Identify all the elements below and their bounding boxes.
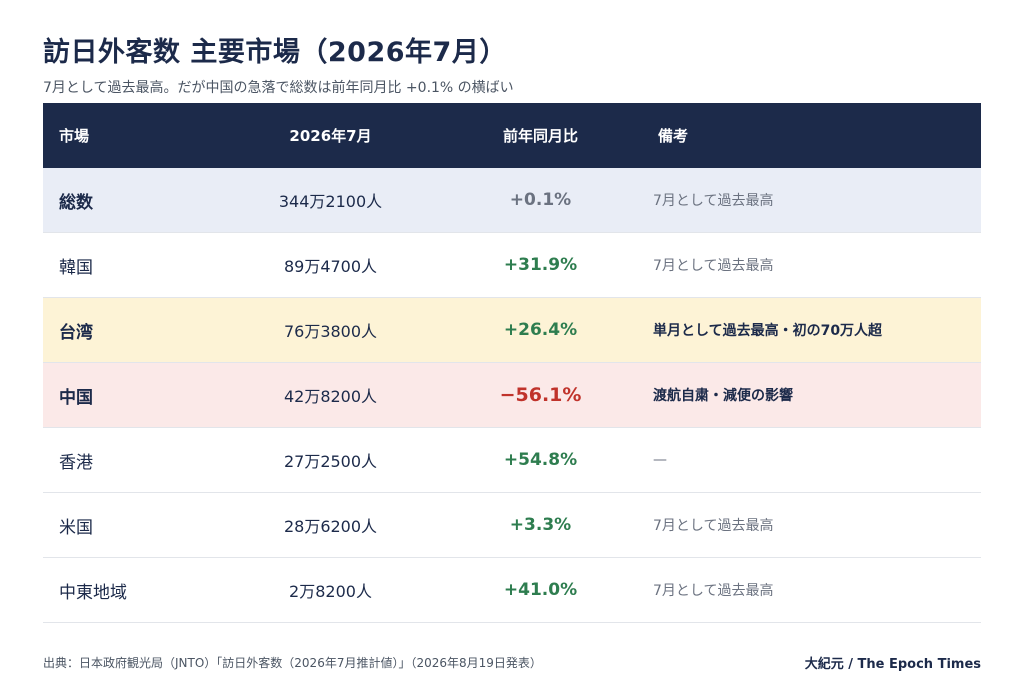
cell-visitors: 42万8200人: [283, 387, 378, 406]
page-subtitle: 7月として過去最高。だが中国の急落で総数は前年同月比 +0.1% の横ばい: [43, 80, 514, 96]
cell-market: 韓国: [59, 257, 93, 278]
cell-market: 米国: [59, 517, 93, 538]
cell-yoy: +3.3%: [509, 515, 572, 535]
source-note: 出典：日本政府観光局（JNTO）「訪日外客数（2026年7月推計値）」（2026…: [43, 656, 542, 670]
table-row: 中国 42万8200人 −56.1% 渡航自粛・減便の影響: [43, 363, 981, 428]
cell-yoy: +31.9%: [503, 255, 578, 275]
cell-note: 渡航自粛・減便の影響: [653, 388, 793, 404]
cell-market: 総数: [59, 192, 93, 213]
cell-yoy: −56.1%: [499, 384, 582, 406]
page-title: 訪日外客数 主要市場（2026年7月）: [43, 37, 507, 68]
credit-label: 大紀元 / The Epoch Times: [804, 657, 981, 672]
cell-visitors: 27万2500人: [283, 452, 378, 471]
cell-note: —: [653, 452, 667, 468]
cell-note: 7月として過去最高: [653, 518, 774, 534]
table-row: 米国 28万6200人 +3.3% 7月として過去最高: [43, 493, 981, 558]
cell-visitors: 76万3800人: [283, 322, 378, 341]
cell-yoy: +54.8%: [503, 450, 578, 470]
table-header: 市場 2026年7月 前年同月比 備考: [43, 103, 981, 168]
cell-visitors: 344万2100人: [278, 192, 383, 211]
header-visitors: 2026年7月: [289, 127, 372, 145]
header-market: 市場: [59, 127, 90, 145]
cell-market: 台湾: [59, 322, 93, 343]
cell-visitors: 28万6200人: [283, 517, 378, 536]
cell-yoy: +26.4%: [503, 320, 578, 340]
table-row: 総数 344万2100人 +0.1% 7月として過去最高: [43, 168, 981, 233]
table-row: 中東地域 2万8200人 +41.0% 7月として過去最高: [43, 558, 981, 623]
header-yoy: 前年同月比: [502, 127, 578, 145]
cell-market: 中東地域: [59, 582, 127, 603]
cell-visitors: 2万8200人: [289, 582, 372, 601]
table-row: 香港 27万2500人 +54.8% —: [43, 428, 981, 493]
cell-note: 7月として過去最高: [653, 258, 774, 274]
cell-yoy: +41.0%: [503, 580, 578, 600]
cell-market: 香港: [59, 452, 93, 473]
table-row: 韓国 89万4700人 +31.9% 7月として過去最高: [43, 233, 981, 298]
cell-visitors: 89万4700人: [283, 257, 378, 276]
table-row: 台湾 76万3800人 +26.4% 単月として過去最高・初の70万人超: [43, 298, 981, 363]
market-table: 市場 2026年7月 前年同月比 備考 総数 344万2100人 +0.1% 7…: [43, 103, 981, 623]
cell-market: 中国: [59, 387, 93, 408]
cell-note: 7月として過去最高: [653, 193, 774, 209]
cell-note: 7月として過去最高: [653, 583, 774, 599]
cell-note: 単月として過去最高・初の70万人超: [653, 323, 883, 339]
cell-yoy: +0.1%: [509, 190, 572, 210]
header-note: 備考: [658, 127, 689, 145]
